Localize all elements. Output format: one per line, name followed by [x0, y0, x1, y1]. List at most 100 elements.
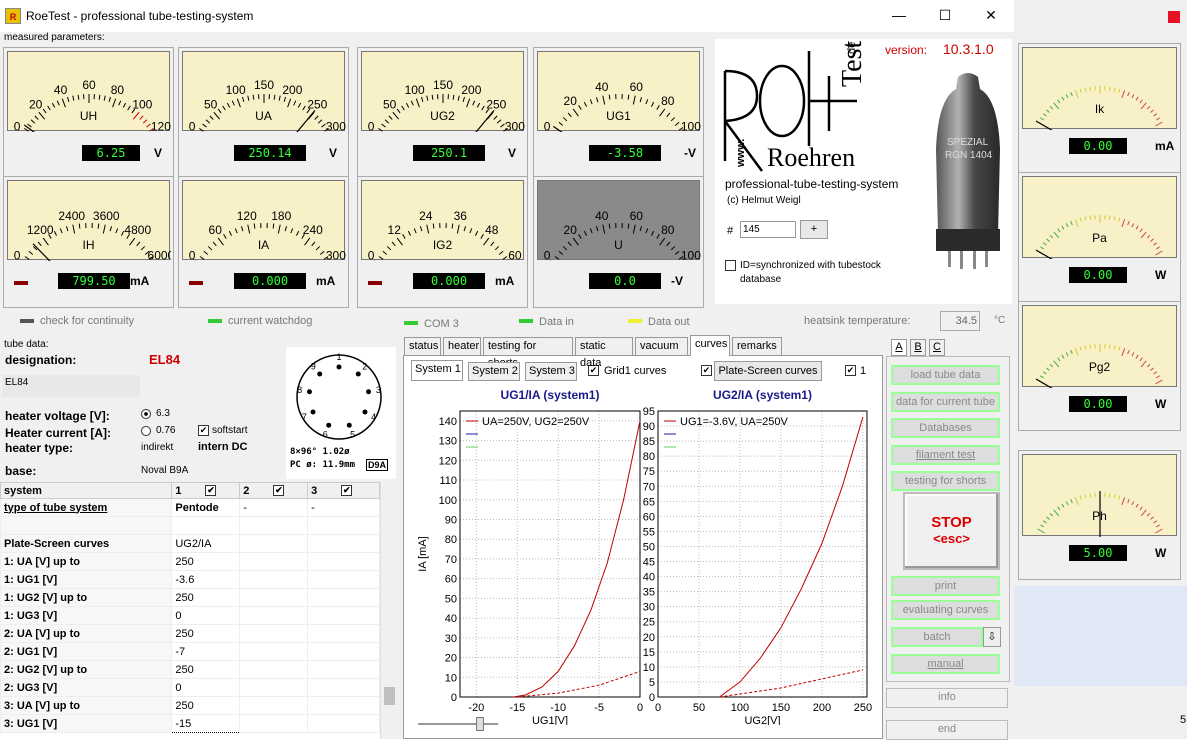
table-cell[interactable]	[240, 661, 308, 679]
table-cell[interactable]: 250	[172, 697, 240, 715]
intern-dc-label: intern DC	[198, 441, 248, 453]
table-cell[interactable]: 250	[172, 553, 240, 571]
designation-label: designation:	[5, 353, 76, 367]
table-cell[interactable]	[240, 679, 308, 697]
table-cell[interactable]	[308, 697, 380, 715]
table-cell[interactable]	[240, 571, 308, 589]
table-cell[interactable]	[240, 643, 308, 661]
table-cell[interactable]	[308, 589, 380, 607]
system-checkbox[interactable]: ✔	[341, 485, 352, 496]
tab-remarks[interactable]: remarks	[732, 337, 782, 356]
table-cell[interactable]: 250	[172, 589, 240, 607]
Databases-button[interactable]: Databases	[891, 418, 1000, 438]
table-cell[interactable]	[240, 553, 308, 571]
tab-heater[interactable]: heater	[443, 337, 481, 356]
load-tube-data-button[interactable]: load tube data	[891, 365, 1000, 385]
table-cell[interactable]	[240, 535, 308, 553]
meter-readout: 0.000	[234, 273, 306, 289]
table-cell[interactable]: -	[240, 499, 308, 517]
meter-tick-label: 40	[595, 209, 609, 223]
table-cell[interactable]	[308, 571, 380, 589]
table-cell[interactable]: 0	[172, 679, 240, 697]
meter-led	[189, 281, 203, 285]
systems-table: system1✔2✔3✔type of tube systemPentode--…	[0, 482, 380, 739]
info-button[interactable]: info	[886, 688, 1008, 708]
sync-checkbox[interactable]	[725, 260, 736, 271]
abc-tab-a[interactable]: A	[891, 339, 907, 356]
table-cell[interactable]: -15	[172, 715, 240, 733]
secondary-close-icon[interactable]	[1168, 11, 1180, 23]
abc-tab-c[interactable]: C	[929, 339, 945, 356]
tab-static-data[interactable]: static data	[575, 337, 633, 356]
plate-screen-checkbox[interactable]: ✔	[701, 365, 712, 376]
secondary-titlebar	[1014, 0, 1187, 36]
table-cell[interactable]	[308, 661, 380, 679]
table-cell[interactable]	[308, 643, 380, 661]
tab-testing-for-shorts[interactable]: testing for shorts	[483, 337, 573, 356]
testing-for-shorts-button[interactable]: testing for shorts	[891, 471, 1000, 491]
table-cell[interactable]	[308, 607, 380, 625]
table-cell[interactable]: 250	[172, 625, 240, 643]
table-cell[interactable]	[240, 517, 308, 535]
table-cell[interactable]: UG2/IA	[172, 535, 240, 553]
manual-button[interactable]: manual	[891, 654, 1000, 674]
table-cell[interactable]	[240, 697, 308, 715]
heater-voltage-radio[interactable]	[141, 409, 151, 419]
meter-tick-label: 240	[303, 223, 323, 237]
table-cell[interactable]: 250	[172, 661, 240, 679]
subtab-system-2[interactable]: System 2	[468, 362, 520, 381]
softstart-checkbox[interactable]: ✔	[198, 425, 209, 436]
system-checkbox[interactable]: ✔	[273, 485, 284, 496]
table-cell[interactable]	[308, 553, 380, 571]
meter-label: Ik	[1023, 102, 1176, 116]
table-cell[interactable]	[308, 715, 380, 733]
batch-arrow-button[interactable]: ⇩	[983, 627, 1001, 647]
meter-tick-label: 60	[209, 223, 223, 237]
heater-type-label: heater type:	[5, 441, 73, 455]
table-cell[interactable]	[308, 517, 380, 535]
table-cell[interactable]: -3.6	[172, 571, 240, 589]
table-cell[interactable]	[240, 715, 308, 733]
plus-button[interactable]: +	[800, 220, 828, 239]
number-input[interactable]: 145	[740, 221, 796, 238]
description-field[interactable]: EL84	[2, 375, 140, 397]
data-for-current-tube-button[interactable]: data for current tube	[891, 392, 1000, 412]
table-cell[interactable]	[308, 679, 380, 697]
table-cell[interactable]	[308, 535, 380, 553]
close-button[interactable]: ✕	[968, 0, 1014, 32]
evaluating-curves-button[interactable]: evaluating curves	[891, 600, 1000, 620]
table-cell[interactable]	[240, 607, 308, 625]
table-cell[interactable]: 0	[172, 607, 240, 625]
table-cell[interactable]: -	[308, 499, 380, 517]
minimize-button[interactable]: —	[876, 0, 922, 32]
maximize-button[interactable]: ☐	[922, 0, 968, 32]
pin-number: 1	[336, 352, 341, 362]
tab-vacuum[interactable]: vacuum	[635, 337, 688, 356]
end-button[interactable]: end	[886, 720, 1008, 740]
system-checkbox[interactable]: ✔	[205, 485, 216, 496]
meter-tick-label: 48	[485, 223, 499, 237]
table-scrollbar[interactable]	[380, 482, 397, 739]
subtab-system-3[interactable]: System 3	[525, 362, 577, 381]
plate-screen-button[interactable]: Plate-Screen curves	[714, 361, 822, 381]
stop-button[interactable]: STOP <esc>	[903, 492, 1000, 570]
tab-status[interactable]: status	[404, 337, 441, 356]
chart-slider-track[interactable]	[418, 723, 498, 725]
heater-current-radio[interactable]	[141, 426, 151, 436]
subtab-system-1[interactable]: System 1	[411, 360, 463, 381]
table-cell[interactable]	[240, 589, 308, 607]
tab-curves[interactable]: curves	[690, 335, 730, 356]
table-cell[interactable]	[240, 625, 308, 643]
one-checkbox[interactable]: ✔	[845, 365, 856, 376]
batch-button[interactable]: batch	[891, 627, 983, 647]
table-scrollbar-thumb[interactable]	[384, 687, 395, 705]
filament-test-button[interactable]: filament test	[891, 445, 1000, 465]
sync-label: ID=synchronized with tubestock database	[740, 259, 920, 287]
print-button[interactable]: print	[891, 576, 1000, 596]
table-cell[interactable]	[172, 517, 240, 535]
abc-tab-b[interactable]: B	[910, 339, 926, 356]
table-cell[interactable]: Pentode	[172, 499, 240, 517]
chart-slider-thumb[interactable]	[476, 717, 484, 731]
table-cell[interactable]: -7	[172, 643, 240, 661]
table-cell[interactable]	[308, 625, 380, 643]
